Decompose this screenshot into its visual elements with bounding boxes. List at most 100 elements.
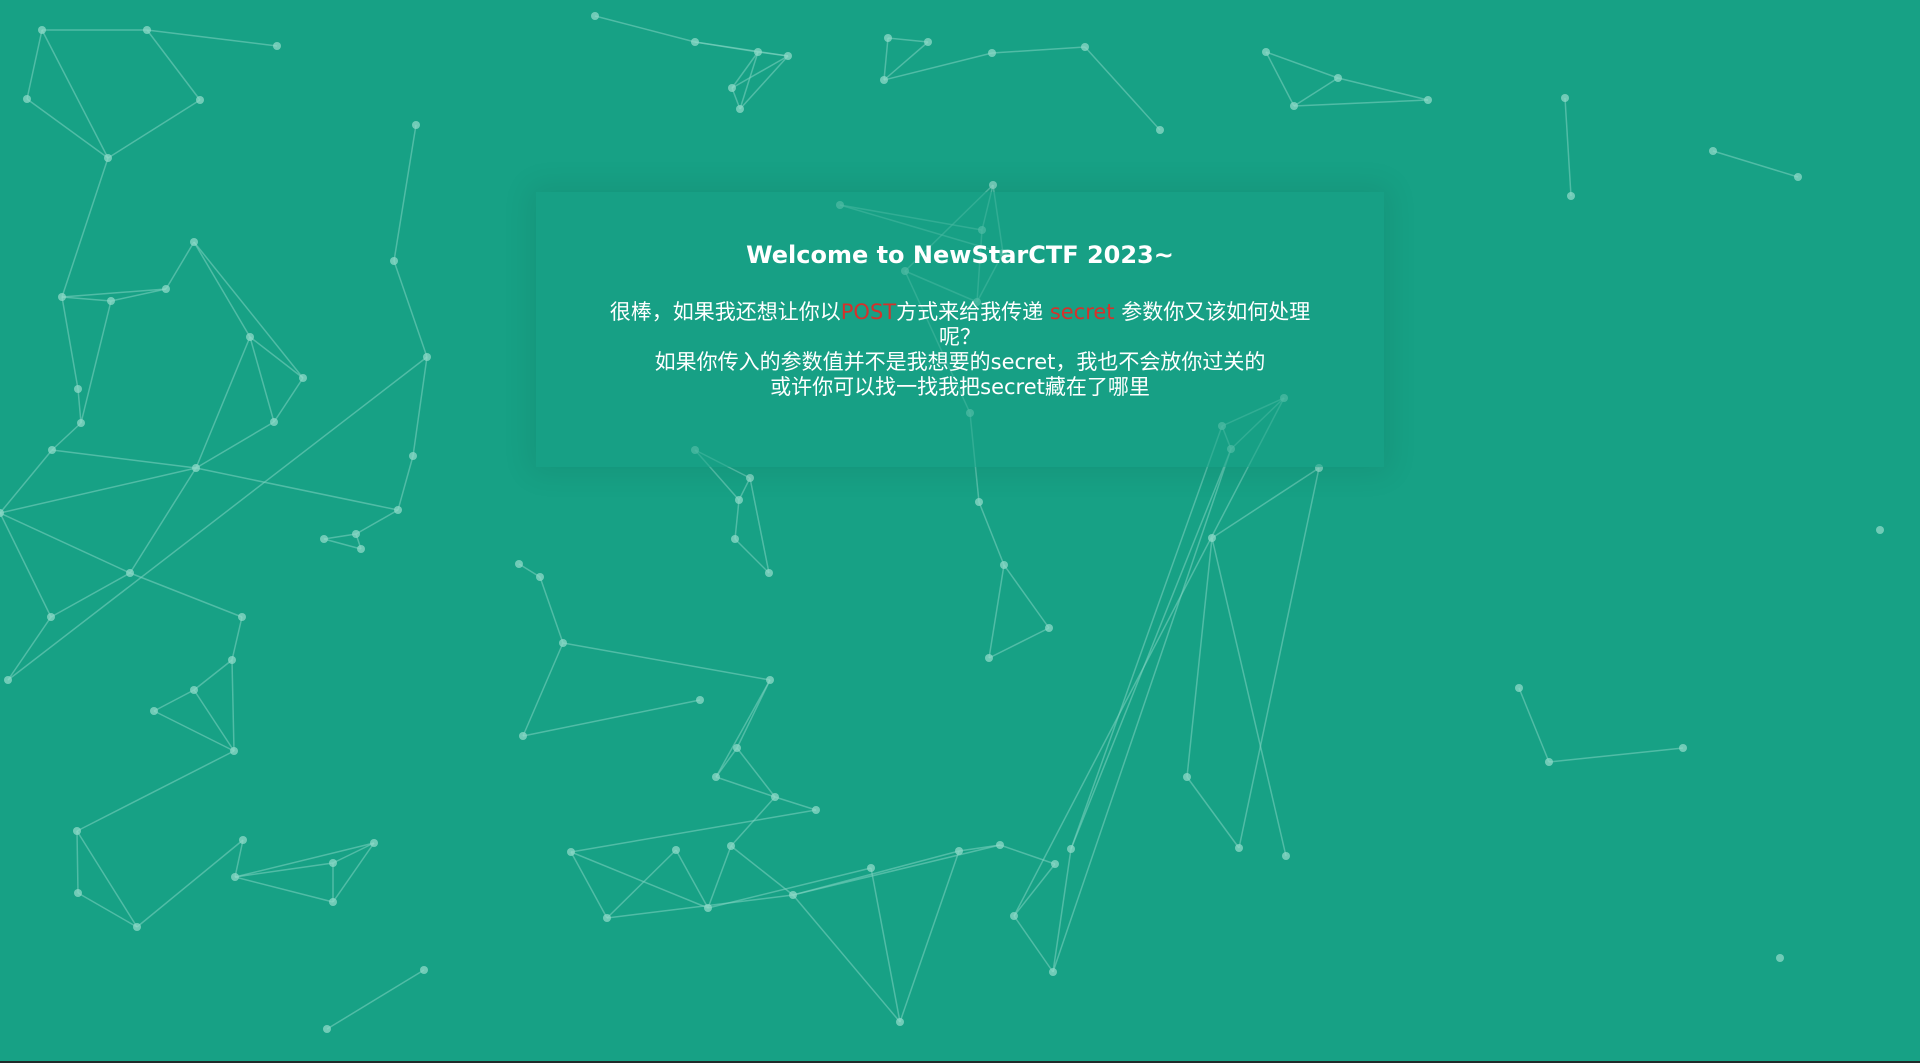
method-highlight: POST (840, 300, 897, 324)
network-link (792, 844, 1001, 896)
network-node (989, 181, 997, 189)
network-link (195, 467, 399, 511)
network-node (1709, 147, 1717, 155)
network-link (355, 509, 399, 535)
network-node (74, 385, 82, 393)
network-link (1070, 448, 1232, 850)
network-link (249, 336, 275, 423)
network-link (1548, 747, 1684, 763)
network-link (61, 296, 79, 390)
network-link (193, 659, 233, 691)
network-link (1293, 77, 1339, 107)
network-link (1070, 425, 1223, 850)
network-node (58, 293, 66, 301)
network-link (1013, 915, 1054, 973)
network-node (370, 839, 378, 847)
network-node (323, 1025, 331, 1033)
network-link (397, 455, 414, 511)
network-link (136, 839, 244, 928)
network-node (712, 773, 720, 781)
network-node (238, 613, 246, 621)
network-link (730, 845, 794, 896)
network-node (1235, 844, 1243, 852)
network-link (739, 55, 789, 110)
network-node (733, 744, 741, 752)
network-node (735, 496, 743, 504)
network-node (727, 842, 735, 850)
network-node (23, 95, 31, 103)
network-link (883, 37, 889, 81)
network-node (1208, 534, 1216, 542)
network-node (1183, 773, 1191, 781)
network-link (193, 241, 304, 379)
network-link (323, 538, 362, 550)
welcome-card: Welcome to NewStarCTF 2023~ 很棒，如果我还想让你以P… (536, 192, 1384, 467)
network-link (988, 564, 1005, 659)
network-node (423, 353, 431, 361)
network-node (985, 654, 993, 662)
network-link (0, 512, 131, 574)
network-link (193, 241, 251, 338)
network-node (74, 889, 82, 897)
network-link (1003, 564, 1050, 629)
network-node (591, 12, 599, 20)
network-node (765, 569, 773, 577)
network-link (26, 98, 109, 159)
network-link (1013, 863, 1056, 917)
message-line-3: 或许你可以找一找我把secret藏在了哪里 (770, 375, 1150, 399)
network-link (562, 642, 771, 681)
network-link (0, 467, 197, 514)
network-link (715, 747, 738, 778)
network-node (390, 257, 398, 265)
network-link (1013, 397, 1285, 917)
network-node (515, 560, 523, 568)
network-node (239, 836, 247, 844)
network-link (1293, 99, 1429, 107)
network-node (736, 105, 744, 113)
network-link (51, 449, 197, 469)
network-link (570, 809, 817, 853)
network-node (231, 873, 239, 881)
network-node (320, 535, 328, 543)
network-node (746, 474, 754, 482)
network-link (1337, 77, 1429, 101)
network-node (190, 686, 198, 694)
network-link (77, 892, 138, 928)
network-link (522, 699, 701, 737)
network-node (754, 48, 762, 56)
network-link (146, 29, 201, 101)
network-link (988, 627, 1050, 659)
network-link (195, 421, 275, 469)
network-link (80, 300, 112, 424)
network-link (107, 99, 201, 159)
network-node (1424, 96, 1432, 104)
network-node (536, 573, 544, 581)
network-node (1010, 912, 1018, 920)
network-node (273, 42, 281, 50)
network-link (1084, 46, 1161, 131)
page-title: Welcome to NewStarCTF 2023~ (746, 241, 1174, 269)
network-node (299, 374, 307, 382)
network-node (412, 121, 420, 129)
network-node (1049, 968, 1057, 976)
message-text: 很棒，如果我还想让你以 (609, 300, 841, 324)
network-node (1776, 954, 1784, 962)
network-node (924, 38, 932, 46)
network-node (150, 707, 158, 715)
network-node (230, 747, 238, 755)
network-node (73, 827, 81, 835)
network-link (1186, 776, 1240, 849)
network-link (739, 51, 759, 110)
network-node (784, 52, 792, 60)
network-node (812, 806, 820, 814)
network-node (1545, 758, 1553, 766)
network-node (1156, 126, 1164, 134)
network-node (567, 848, 575, 856)
network-link (1712, 150, 1799, 178)
network-link (734, 499, 740, 540)
network-link (736, 747, 776, 798)
network-node (884, 34, 892, 42)
network-node (1334, 74, 1342, 82)
network-node (789, 891, 797, 899)
network-node (975, 498, 983, 506)
